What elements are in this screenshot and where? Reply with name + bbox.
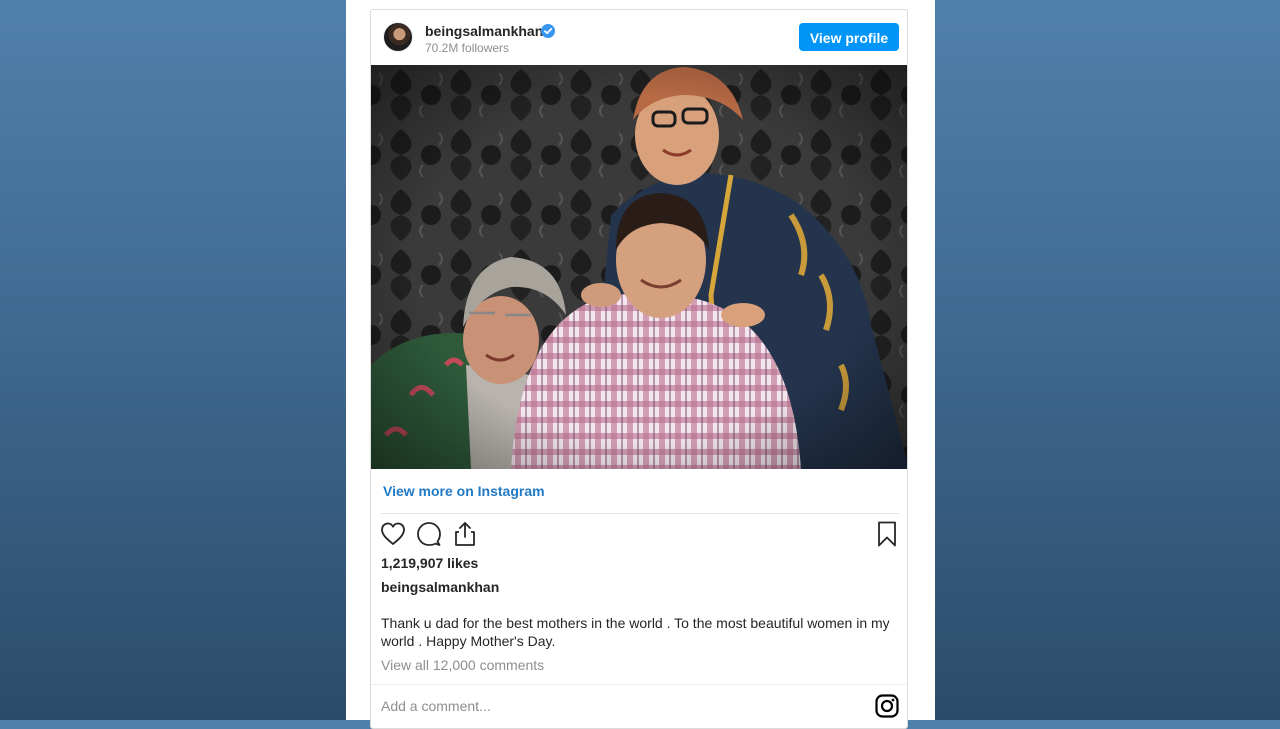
- post-header: beingsalmankhan 70.2M followers View pro…: [371, 10, 907, 65]
- post-image: [371, 65, 907, 469]
- action-bar: [371, 520, 907, 550]
- profile-avatar[interactable]: [383, 22, 413, 52]
- heart-icon[interactable]: [379, 520, 407, 548]
- divider: [381, 513, 899, 514]
- add-comment-input[interactable]: [381, 694, 821, 718]
- divider: [371, 684, 907, 685]
- view-profile-button[interactable]: View profile: [799, 23, 899, 51]
- post-photo[interactable]: [371, 65, 907, 469]
- caption-username[interactable]: beingsalmankhan: [381, 579, 499, 595]
- post-caption: Thank u dad for the best mothers in the …: [381, 615, 890, 649]
- like-count[interactable]: 1,219,907 likes: [381, 555, 478, 571]
- instagram-post-card: beingsalmankhan 70.2M followers View pro…: [370, 9, 908, 729]
- share-icon[interactable]: [451, 520, 479, 548]
- post-username[interactable]: beingsalmankhan: [425, 23, 543, 39]
- embed-page: beingsalmankhan 70.2M followers View pro…: [346, 0, 935, 729]
- view-more-on-instagram-link[interactable]: View more on Instagram: [383, 483, 545, 499]
- instagram-logo-icon[interactable]: [875, 694, 899, 718]
- follower-count: 70.2M followers: [425, 41, 510, 55]
- comment-bubble-icon[interactable]: [415, 520, 443, 548]
- view-all-comments-link[interactable]: View all 12,000 comments: [381, 657, 544, 673]
- verified-badge-icon: [541, 24, 555, 38]
- bookmark-icon[interactable]: [873, 520, 901, 548]
